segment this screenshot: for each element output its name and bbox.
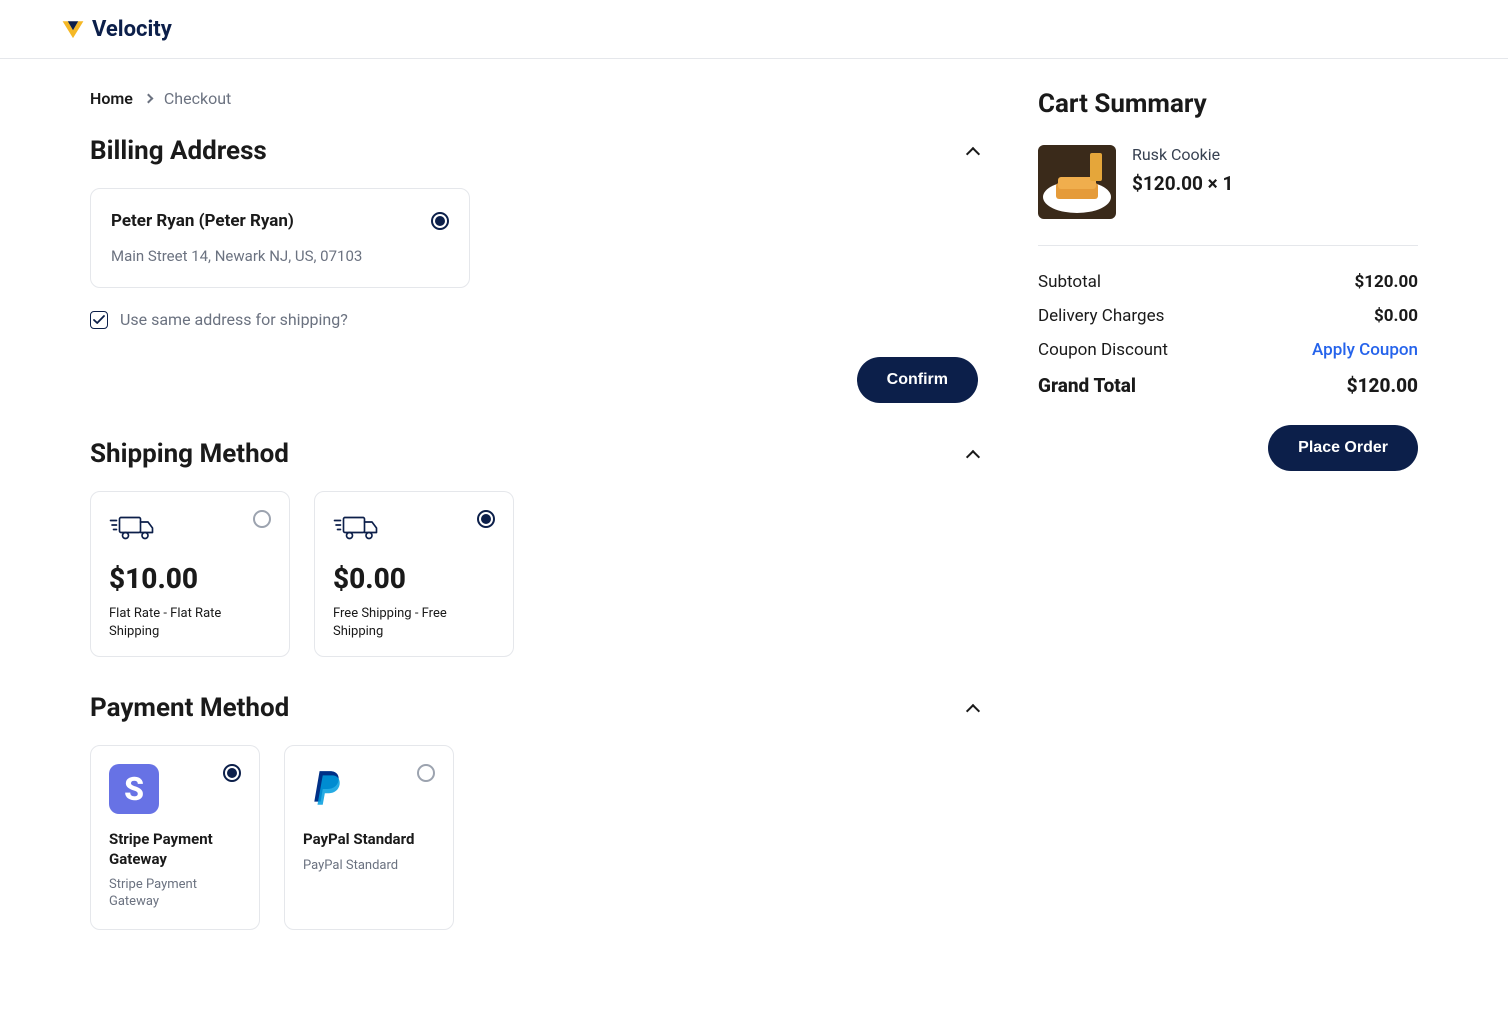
breadcrumb: Home Checkout	[90, 89, 978, 108]
top-header: Velocity	[0, 0, 1508, 59]
shipping-heading: Shipping Method	[90, 439, 289, 469]
payment-paypal-radio[interactable]	[417, 764, 435, 782]
billing-address-radio[interactable]	[431, 212, 449, 230]
place-order-button[interactable]: Place Order	[1268, 425, 1418, 471]
chevron-right-icon	[143, 94, 153, 104]
same-address-label: Use same address for shipping?	[120, 310, 348, 329]
payment-heading: Payment Method	[90, 693, 289, 723]
logo-mark-icon	[60, 16, 86, 42]
delivery-label: Delivery Charges	[1038, 306, 1164, 326]
collapse-payment-icon[interactable]	[966, 704, 980, 718]
shipping-flat-price: $10.00	[109, 562, 271, 595]
payment-stripe-title: Stripe Payment Gateway	[109, 830, 241, 869]
billing-name: Peter Ryan (Peter Ryan)	[111, 211, 294, 231]
billing-address-text: Main Street 14, Newark NJ, US, 07103	[111, 247, 449, 265]
payment-stripe-sub: Stripe Payment Gateway	[109, 877, 241, 911]
billing-address-card[interactable]: Peter Ryan (Peter Ryan) Main Street 14, …	[90, 188, 470, 288]
grand-total-label: Grand Total	[1038, 374, 1136, 397]
cart-item-name[interactable]: Rusk Cookie	[1132, 145, 1233, 164]
shipping-free-price: $0.00	[333, 562, 495, 595]
payment-option-paypal[interactable]: PayPal Standard PayPal Standard	[284, 745, 454, 930]
cart-item-image	[1038, 145, 1116, 219]
coupon-label: Coupon Discount	[1038, 340, 1168, 360]
payment-paypal-sub: PayPal Standard	[303, 858, 435, 875]
subtotal-value: $120.00	[1355, 272, 1418, 292]
truck-icon	[333, 510, 381, 546]
shipping-option-free[interactable]: $0.00 Free Shipping - Free Shipping	[314, 491, 514, 657]
shipping-flat-label: Flat Rate - Flat Rate Shipping	[109, 605, 271, 640]
billing-heading: Billing Address	[90, 136, 267, 166]
breadcrumb-home[interactable]: Home	[90, 89, 133, 108]
payment-paypal-title: PayPal Standard	[303, 830, 435, 850]
shipping-option-flat-rate[interactable]: $10.00 Flat Rate - Flat Rate Shipping	[90, 491, 290, 657]
payment-option-stripe[interactable]: S Stripe Payment Gateway Stripe Payment …	[90, 745, 260, 930]
confirm-button[interactable]: Confirm	[857, 357, 978, 403]
collapse-billing-icon[interactable]	[966, 147, 980, 161]
stripe-logo-icon: S	[109, 764, 159, 814]
paypal-logo-icon	[303, 764, 353, 814]
apply-coupon-link[interactable]: Apply Coupon	[1312, 340, 1418, 360]
shipping-free-radio[interactable]	[477, 510, 495, 528]
same-address-checkbox[interactable]	[90, 311, 108, 329]
brand-name: Velocity	[92, 17, 172, 42]
cart-heading: Cart Summary	[1038, 89, 1418, 119]
shipping-free-label: Free Shipping - Free Shipping	[333, 605, 495, 640]
cart-item: Rusk Cookie $120.00 × 1	[1038, 145, 1418, 246]
truck-icon	[109, 510, 157, 546]
brand-logo[interactable]: Velocity	[60, 16, 172, 42]
shipping-flat-radio[interactable]	[253, 510, 271, 528]
cart-item-price: $120.00 × 1	[1132, 172, 1233, 195]
breadcrumb-current: Checkout	[164, 89, 231, 108]
delivery-value: $0.00	[1374, 306, 1418, 326]
subtotal-label: Subtotal	[1038, 272, 1101, 292]
collapse-shipping-icon[interactable]	[966, 450, 980, 464]
grand-total-value: $120.00	[1347, 374, 1418, 397]
payment-stripe-radio[interactable]	[223, 764, 241, 782]
